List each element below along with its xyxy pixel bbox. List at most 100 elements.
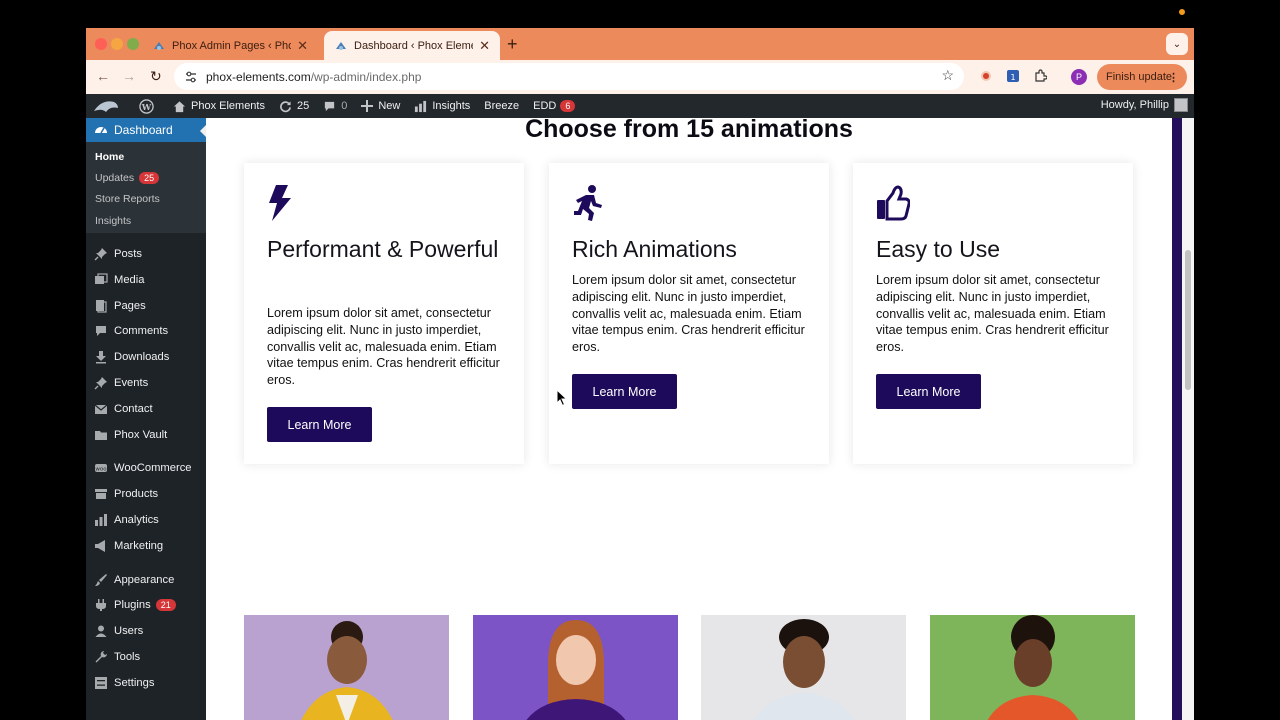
wordpress-logo-icon[interactable]: W xyxy=(139,98,159,114)
adminbar-account[interactable]: Howdy, Phillip xyxy=(1101,98,1188,112)
tab-title: Phox Admin Pages ‹ Phox Ele xyxy=(172,39,291,52)
address-bar[interactable]: phox-elements.com/wp-admin/index.php ☆ xyxy=(174,63,964,90)
sidebar-item-label: Analytics xyxy=(114,514,159,527)
comments-count: 0 xyxy=(341,100,348,112)
page-accent-strip xyxy=(1172,118,1182,720)
sidebar-item-woocommerce[interactable]: woo WooCommerce xyxy=(86,456,206,482)
sidebar-item-label: Plugins xyxy=(114,599,151,612)
sidebar-item-label: Phox Vault xyxy=(114,428,168,441)
sidebar-item-downloads[interactable]: Downloads xyxy=(86,344,206,370)
plus-icon xyxy=(361,100,374,112)
extension-record-icon[interactable] xyxy=(979,69,993,83)
updates-count-badge: 25 xyxy=(139,171,160,184)
sidebar-item-users[interactable]: Users xyxy=(86,618,206,644)
home-icon xyxy=(173,100,186,112)
sidebar-item-products[interactable]: Products xyxy=(86,481,206,507)
bar-chart-icon xyxy=(95,514,107,527)
tab-close-icon[interactable]: ✕ xyxy=(297,38,308,54)
plug-icon xyxy=(96,599,106,612)
sidebar-item-label: Comments xyxy=(114,325,169,338)
url-host: phox-elements.com xyxy=(206,69,311,84)
recording-indicator xyxy=(1179,9,1185,15)
adminbar-new[interactable]: New xyxy=(361,100,400,112)
sidebar-item-settings[interactable]: Settings xyxy=(86,670,206,696)
paintbrush-icon xyxy=(95,573,107,586)
adminbar-site-name[interactable]: Phox Elements xyxy=(173,100,265,113)
sidebar-item-appearance[interactable]: Appearance xyxy=(86,567,206,593)
adminbar-insights[interactable]: Insights xyxy=(414,100,470,113)
learn-more-button[interactable]: Learn More xyxy=(572,374,677,409)
extensions-puzzle-icon[interactable] xyxy=(1033,69,1047,83)
back-arrow-icon[interactable]: ← xyxy=(96,68,110,84)
sidebar-item-plugins[interactable]: Plugins 21 xyxy=(86,593,206,619)
sidebar-item-comments[interactable]: Comments xyxy=(86,319,206,345)
new-label: New xyxy=(378,100,401,112)
megaphone-icon xyxy=(95,539,105,552)
site-settings-icon[interactable] xyxy=(184,70,198,84)
forward-arrow-icon[interactable]: → xyxy=(122,68,136,84)
sidebar-item-label: Posts xyxy=(114,248,142,261)
sidebar-separator xyxy=(86,448,206,456)
window-minimize-button[interactable] xyxy=(111,38,123,50)
updates-count: 25 xyxy=(296,100,310,112)
sidebar-item-contact[interactable]: Contact xyxy=(86,396,206,422)
sidebar-item-posts[interactable]: Posts xyxy=(86,241,206,267)
media-icon xyxy=(95,273,108,284)
learn-more-button[interactable]: Learn More xyxy=(876,374,981,409)
extension-badge-icon[interactable]: 1 xyxy=(1006,69,1020,83)
extension-badge-count: 1 xyxy=(1010,73,1015,82)
sidebar-separator xyxy=(86,233,206,241)
sidebar-item-label: Marketing xyxy=(114,539,164,552)
phox-shark-logo-icon xyxy=(94,101,118,112)
reload-icon[interactable]: ↻ xyxy=(150,68,162,85)
wp-admin-bar: W Phox Elements 25 0 New Insights Breeze… xyxy=(86,94,1194,118)
adminbar-breeze[interactable]: Breeze xyxy=(484,100,519,112)
tab-search-chevron-icon[interactable]: ⌄ xyxy=(1166,33,1188,55)
learn-more-button[interactable]: Learn More xyxy=(267,407,372,442)
person-portrait-image xyxy=(301,621,393,720)
page-scrollbar[interactable] xyxy=(1182,118,1194,720)
person-portrait-image xyxy=(987,615,1079,720)
submenu-store-reports[interactable]: Store Reports xyxy=(86,189,206,210)
wrench-icon xyxy=(95,651,107,663)
download-icon xyxy=(96,351,106,364)
tab-strip: Phox Admin Pages ‹ Phox Ele ✕ Dashboard … xyxy=(86,28,1194,60)
sidebar-item-phox-vault[interactable]: Phox Vault xyxy=(86,422,206,448)
adminbar-comments[interactable]: 0 xyxy=(323,100,347,113)
adminbar-updates[interactable]: 25 xyxy=(279,100,309,113)
sidebar-item-events[interactable]: Events xyxy=(86,370,206,396)
bookmark-star-icon[interactable]: ☆ xyxy=(941,67,954,84)
comments-icon xyxy=(96,326,106,337)
tab-dashboard[interactable]: Dashboard ‹ Phox Elements – ✕ xyxy=(324,31,500,60)
card-title: Easy to Use xyxy=(876,236,1000,262)
sidebar-item-tools[interactable]: Tools xyxy=(86,644,206,670)
phox-favicon-icon xyxy=(336,41,346,50)
sidebar-item-label: Users xyxy=(114,625,144,638)
finish-update-button[interactable]: Finish update ⋮ xyxy=(1097,64,1187,90)
window-close-button[interactable] xyxy=(95,38,107,50)
running-person-icon xyxy=(574,185,602,221)
sidebar-item-pages[interactable]: Pages xyxy=(86,293,206,319)
plugins-count-badge: 21 xyxy=(155,599,176,612)
submenu-insights[interactable]: Insights xyxy=(86,210,206,231)
card-title: Rich Animations xyxy=(572,236,737,262)
sidebar-item-analytics[interactable]: Analytics xyxy=(86,507,206,533)
profile-avatar[interactable]: P xyxy=(1071,69,1087,85)
phox-logo-icon[interactable] xyxy=(92,96,125,116)
settings-sliders-icon xyxy=(95,676,107,689)
window-zoom-button[interactable] xyxy=(127,38,139,50)
adminbar-edd[interactable]: EDD 6 xyxy=(533,100,576,112)
sidebar-item-dashboard[interactable]: Dashboard xyxy=(86,118,206,142)
submenu-home[interactable]: Home xyxy=(86,146,206,167)
tab-close-icon[interactable]: ✕ xyxy=(479,38,490,54)
scrollbar-thumb[interactable] xyxy=(1185,250,1191,390)
submenu-updates[interactable]: Updates 25 xyxy=(86,167,206,188)
tab-phox-admin-pages[interactable]: Phox Admin Pages ‹ Phox Ele ✕ xyxy=(142,31,318,60)
browser-window: Phox Admin Pages ‹ Phox Ele ✕ Dashboard … xyxy=(86,28,1194,720)
person-portrait-image xyxy=(526,620,626,720)
card-body: Lorem ipsum dolor sit amet, consectetur … xyxy=(267,306,500,388)
new-tab-plus-icon[interactable]: + xyxy=(507,34,518,55)
sidebar-item-media[interactable]: Media xyxy=(86,267,206,293)
kebab-menu-icon[interactable]: ⋮ xyxy=(1168,71,1179,84)
sidebar-item-marketing[interactable]: Marketing xyxy=(86,533,206,559)
